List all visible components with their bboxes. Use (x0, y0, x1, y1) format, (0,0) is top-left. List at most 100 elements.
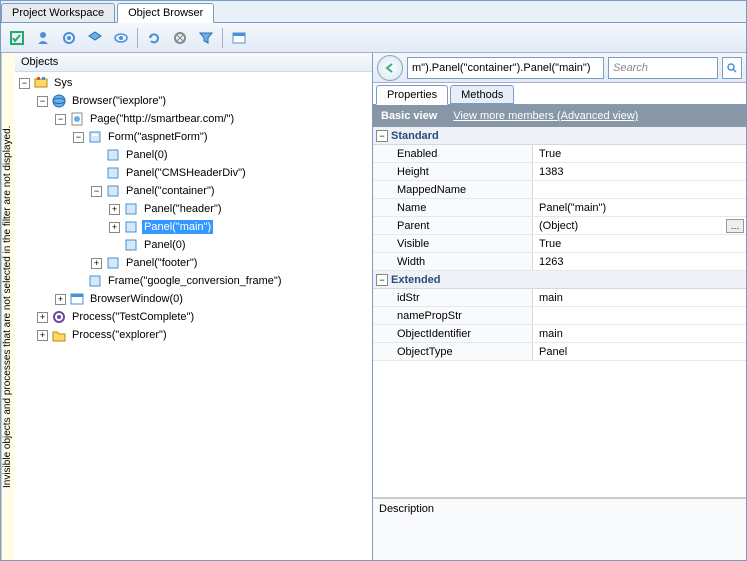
property-row[interactable]: Width1263 (373, 253, 746, 271)
property-name: Name (373, 199, 533, 216)
tab-methods[interactable]: Methods (450, 85, 514, 104)
expand-icon[interactable]: + (55, 294, 66, 305)
tree-node-label: Panel("footer") (124, 256, 199, 270)
toolbar-separator (137, 28, 138, 48)
expander-placeholder (91, 150, 102, 161)
property-value[interactable]: Panel (533, 343, 746, 360)
search-dropdown[interactable] (722, 57, 742, 79)
page-icon (69, 111, 85, 127)
tree-node-label: Sys (52, 76, 74, 90)
tree-node[interactable]: −Browser("iexplore") (15, 92, 372, 110)
collapse-icon[interactable]: − (55, 114, 66, 125)
property-value[interactable] (533, 307, 746, 324)
tab-project-workspace[interactable]: Project Workspace (1, 3, 115, 22)
tree-node[interactable]: + Panel("main") (15, 218, 372, 236)
tree-node[interactable]: − Form("aspnetForm") (15, 128, 372, 146)
advanced-view-link[interactable]: View more members (Advanced view) (453, 110, 638, 122)
property-row[interactable]: ObjectTypePanel (373, 343, 746, 361)
property-group[interactable]: −Extended (373, 271, 746, 289)
window-button[interactable] (227, 26, 251, 50)
group-name: Extended (391, 274, 441, 286)
expander-placeholder (91, 168, 102, 179)
toolbar-btn-4[interactable] (83, 26, 107, 50)
tree-node[interactable]: − Page("http://smartbear.com/") (15, 110, 372, 128)
property-name: Visible (373, 235, 533, 252)
property-row[interactable]: VisibleTrue (373, 235, 746, 253)
property-name: idStr (373, 289, 533, 306)
tree-node-label: Process("explorer") (70, 328, 169, 342)
tree-node[interactable]: −Panel("container") (15, 182, 372, 200)
property-name: ObjectType (373, 343, 533, 360)
tree-node[interactable]: Frame("google_conversion_frame") (15, 272, 372, 290)
property-row[interactable]: EnabledTrue (373, 145, 746, 163)
expand-icon[interactable]: + (37, 312, 48, 323)
details-pane: m").Panel("container").Panel("main") Sea… (373, 53, 746, 560)
filter-button[interactable] (168, 26, 192, 50)
property-value[interactable]: 1383 (533, 163, 746, 180)
tree-node[interactable]: +Panel("header") (15, 200, 372, 218)
tree-node[interactable]: − Sys (15, 74, 372, 92)
tree-node[interactable]: + Process("explorer") (15, 326, 372, 344)
tab-properties[interactable]: Properties (376, 85, 448, 105)
top-tabs: Project Workspace Object Browser (1, 1, 746, 23)
property-row[interactable]: ObjectIdentifiermain (373, 325, 746, 343)
expand-icon[interactable]: + (91, 258, 102, 269)
refresh-button[interactable] (142, 26, 166, 50)
property-row[interactable]: Height1383 (373, 163, 746, 181)
process-icon (51, 309, 67, 325)
expander-placeholder (73, 276, 84, 287)
expand-icon[interactable]: + (109, 222, 120, 233)
tree-node-label: Page("http://smartbear.com/") (88, 112, 236, 126)
object-path-box[interactable]: m").Panel("container").Panel("main") (407, 57, 604, 79)
search-input[interactable]: Search (608, 57, 718, 79)
panel-icon (105, 255, 121, 271)
property-value[interactable]: main (533, 325, 746, 342)
property-row[interactable]: NamePanel("main") (373, 199, 746, 217)
panel-icon (123, 237, 139, 253)
tree-node-label: Panel("main") (142, 220, 213, 234)
expand-icon[interactable]: + (37, 330, 48, 341)
ellipsis-button[interactable]: … (726, 219, 744, 233)
collapse-icon[interactable]: − (37, 96, 48, 107)
property-value[interactable]: (Object)… (533, 217, 746, 234)
toolbar-btn-5[interactable] (109, 26, 133, 50)
property-name: Height (373, 163, 533, 180)
property-grid[interactable]: −StandardEnabledTrueHeight1383MappedName… (373, 127, 746, 498)
property-value[interactable]: True (533, 235, 746, 252)
toolbar-btn-3[interactable] (57, 26, 81, 50)
property-value[interactable] (533, 181, 746, 198)
tree-node-label: Process("TestComplete") (70, 310, 196, 324)
property-value[interactable]: Panel("main") (533, 199, 746, 216)
property-row[interactable]: MappedName (373, 181, 746, 199)
property-name: Parent (373, 217, 533, 234)
object-tree[interactable]: −Sys−Browser("iexplore")−Page("http://sm… (15, 72, 372, 560)
collapse-icon[interactable]: − (376, 274, 388, 286)
form-icon (87, 129, 103, 145)
tab-object-browser[interactable]: Object Browser (117, 3, 214, 23)
property-row[interactable]: Parent(Object)… (373, 217, 746, 235)
back-button[interactable] (377, 55, 403, 81)
collapse-icon[interactable]: − (91, 186, 102, 197)
panel-icon (123, 219, 139, 235)
property-value[interactable]: main (533, 289, 746, 306)
property-row[interactable]: idStrmain (373, 289, 746, 307)
funnel-button[interactable] (194, 26, 218, 50)
expand-icon[interactable]: + (109, 204, 120, 215)
tree-node[interactable]: Panel(0) (15, 236, 372, 254)
collapse-icon[interactable]: − (73, 132, 84, 143)
collapse-icon[interactable]: − (19, 78, 30, 89)
tree-node[interactable]: Panel(0) (15, 146, 372, 164)
property-value[interactable]: True (533, 145, 746, 162)
property-row[interactable]: namePropStr (373, 307, 746, 325)
toolbar-btn-2[interactable] (31, 26, 55, 50)
property-value[interactable]: 1263 (533, 253, 746, 270)
tree-node[interactable]: + Process("TestComplete") (15, 308, 372, 326)
tree-node[interactable]: Panel("CMSHeaderDiv") (15, 164, 372, 182)
tree-node[interactable]: +BrowserWindow(0) (15, 290, 372, 308)
property-group[interactable]: −Standard (373, 127, 746, 145)
tree-node-label: Form("aspnetForm") (106, 130, 210, 144)
panel-icon (123, 201, 139, 217)
toolbar-btn-1[interactable] (5, 26, 29, 50)
tree-node[interactable]: + Panel("footer") (15, 254, 372, 272)
collapse-icon[interactable]: − (376, 130, 388, 142)
